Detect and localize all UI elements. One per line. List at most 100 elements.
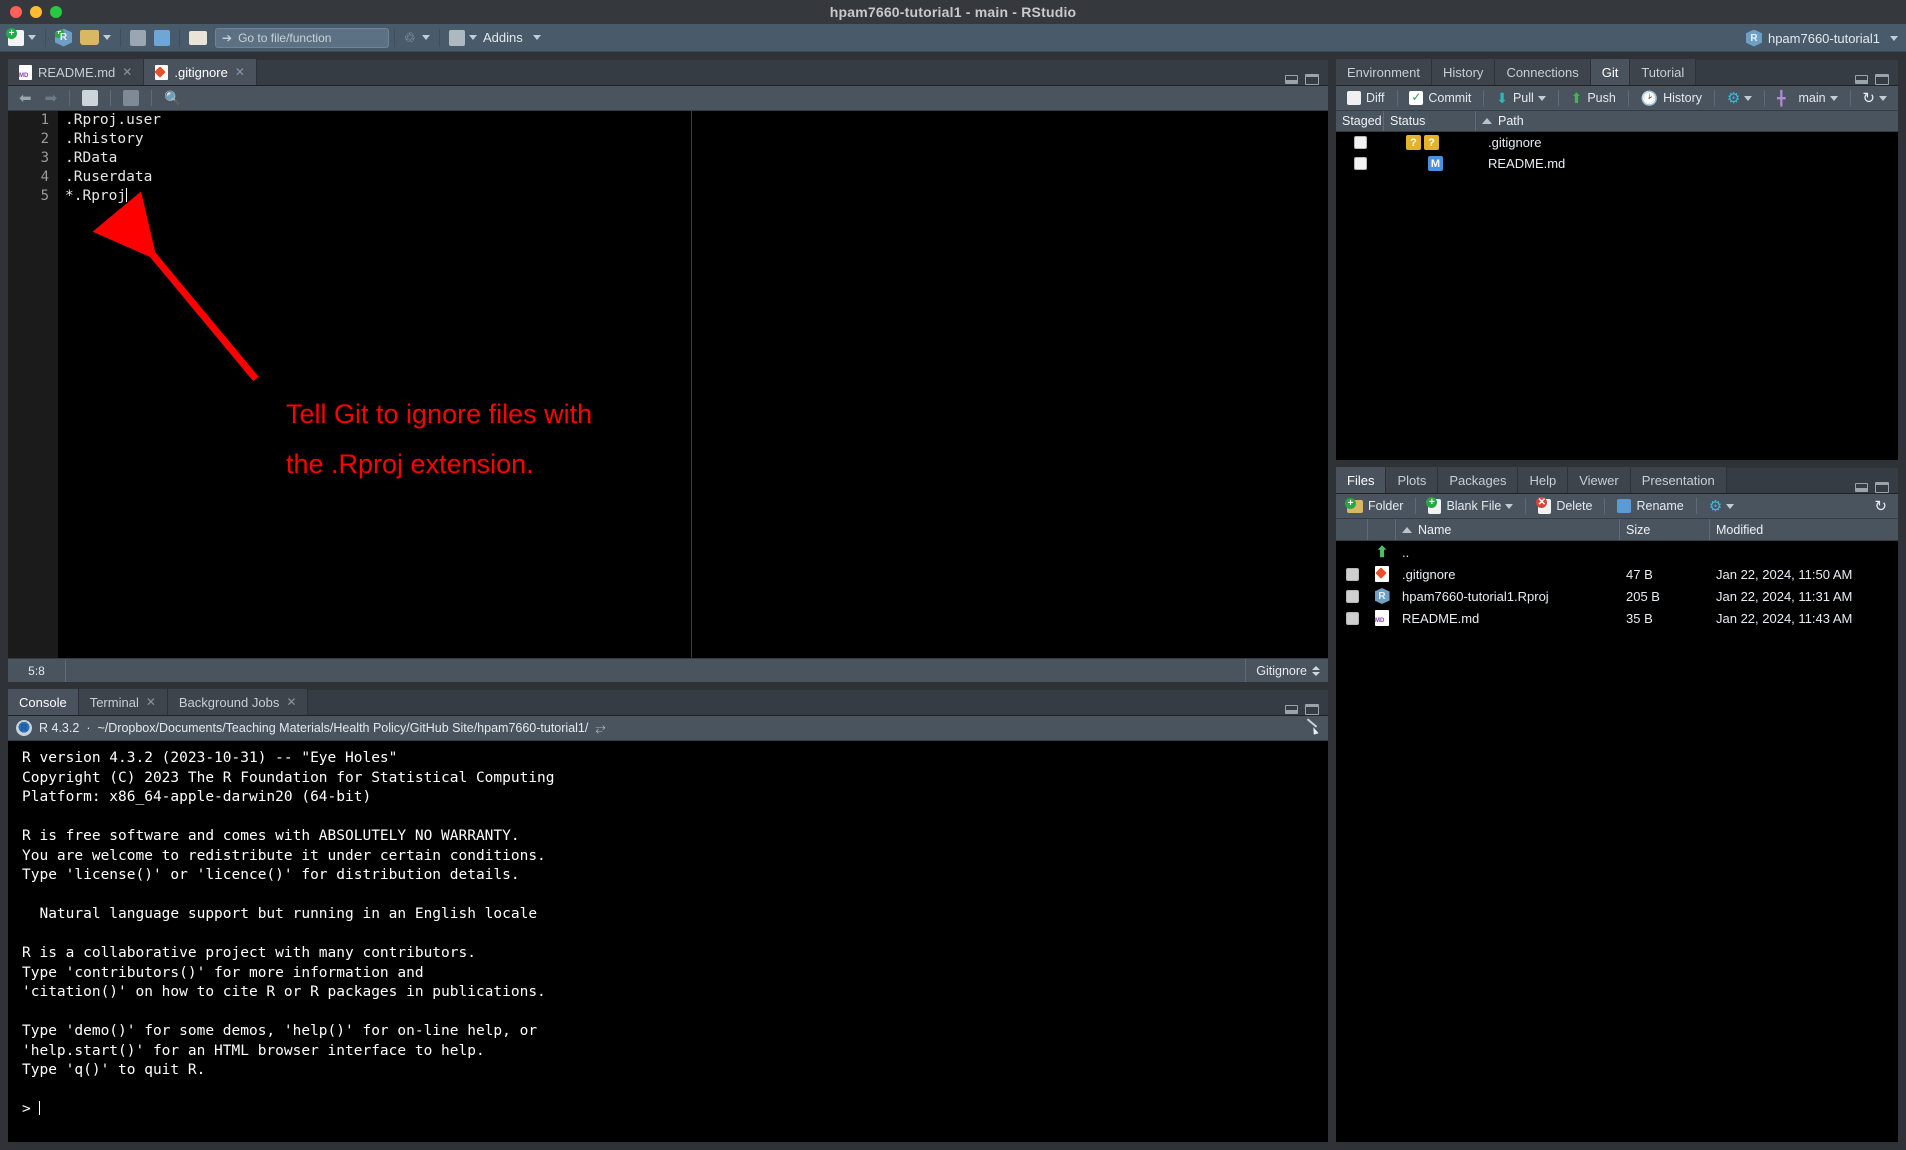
new-project-button[interactable]: +	[51, 26, 76, 50]
git-push-button[interactable]: ⬆ Push	[1566, 88, 1621, 108]
tab-help[interactable]: Help	[1518, 467, 1569, 493]
file-row-gitignore[interactable]: .gitignore 47 B Jan 22, 2024, 11:50 AM	[1336, 563, 1898, 585]
file-row-readme[interactable]: README.md 35 B Jan 22, 2024, 11:43 AM	[1336, 607, 1898, 629]
open-file-button[interactable]	[76, 26, 115, 50]
row-checkbox[interactable]	[1336, 567, 1368, 581]
column-header-size[interactable]: Size	[1620, 519, 1710, 540]
open-in-files-icon[interactable]: ⥂	[595, 720, 605, 736]
maximize-pane-icon[interactable]	[1305, 74, 1319, 85]
file-row-parent[interactable]: ⬆ ..	[1336, 541, 1898, 563]
rename-button[interactable]: Rename	[1612, 496, 1688, 516]
column-header-modified[interactable]: Modified	[1710, 519, 1898, 540]
git-row-readme[interactable]: M README.md	[1336, 153, 1898, 174]
file-name[interactable]: hpam7660-tutorial1.Rproj	[1396, 589, 1620, 604]
code-text-area[interactable]: .Rproj.user .Rhistory .RData .Ruserdata …	[58, 111, 1328, 658]
git-history-button[interactable]: 🕑 History	[1636, 88, 1707, 108]
back-button[interactable]: ⬅	[14, 88, 37, 108]
git-pull-button[interactable]: ⬇ Pull	[1491, 88, 1551, 108]
git-row-gitignore[interactable]: ? ? .gitignore	[1336, 132, 1898, 153]
maximize-pane-icon[interactable]	[1305, 704, 1319, 715]
minimize-window-button[interactable]	[30, 6, 42, 18]
maximize-pane-icon[interactable]	[1875, 74, 1889, 85]
files-refresh-button[interactable]: ↻	[1869, 496, 1892, 516]
close-icon[interactable]: ✕	[286, 695, 296, 709]
console-prompt-line[interactable]: >	[22, 1100, 1318, 1120]
column-header-status[interactable]: Status	[1384, 111, 1476, 131]
minimize-pane-icon[interactable]	[1855, 483, 1868, 492]
maximize-pane-icon[interactable]	[1875, 482, 1889, 493]
save-all-button[interactable]	[150, 26, 174, 50]
save-current-document-button[interactable]	[118, 88, 144, 108]
source-pane-window-controls[interactable]	[1285, 74, 1328, 85]
addins-dropdown[interactable]	[525, 26, 545, 50]
file-name[interactable]: .gitignore	[1396, 567, 1620, 582]
blank-file-button[interactable]: + Blank File	[1423, 496, 1518, 516]
file-row-rproj[interactable]: hpam7660-tutorial1.Rproj 205 B Jan 22, 2…	[1336, 585, 1898, 607]
delete-button[interactable]: ✕ Delete	[1533, 496, 1597, 516]
files-more-button[interactable]: ⚙	[1704, 496, 1739, 516]
tab-packages[interactable]: Packages	[1438, 467, 1519, 493]
git-file-list[interactable]: Staged Status Path ? ? .gitignore M READ…	[1336, 111, 1898, 460]
pane-layout-button[interactable]	[445, 26, 481, 50]
row-checkbox[interactable]	[1336, 611, 1368, 625]
column-header-path[interactable]: Path	[1476, 111, 1898, 131]
save-button[interactable]	[126, 26, 150, 50]
tab-presentation[interactable]: Presentation	[1630, 467, 1727, 493]
close-window-button[interactable]	[10, 6, 22, 18]
print-button[interactable]	[185, 26, 211, 50]
git-more-settings-button[interactable]: ⚙	[1722, 88, 1757, 108]
console-output[interactable]: R version 4.3.2 (2023-10-31) -- "Eye Hol…	[8, 741, 1328, 1142]
tab-background-jobs[interactable]: Background Jobs ✕	[167, 689, 309, 715]
tab-git[interactable]: Git	[1590, 59, 1631, 85]
tab-console[interactable]: Console	[8, 689, 79, 715]
tab-terminal[interactable]: Terminal ✕	[78, 689, 168, 715]
minimize-pane-icon[interactable]	[1285, 75, 1298, 84]
tab-history[interactable]: History	[1431, 59, 1496, 85]
clear-console-icon[interactable]	[1304, 720, 1320, 736]
go-to-file-function-input[interactable]: ➔ Go to file/function	[215, 27, 389, 48]
window-controls[interactable]	[10, 6, 62, 18]
working-directory-path[interactable]: ~/Dropbox/Documents/Teaching Materials/H…	[97, 721, 588, 735]
forward-button[interactable]: ➡	[40, 88, 63, 108]
find-replace-button[interactable]: 🔍	[159, 88, 186, 108]
files-pane-window-controls[interactable]	[1855, 482, 1898, 493]
file-name[interactable]: README.md	[1396, 611, 1620, 626]
maximize-window-button[interactable]	[50, 6, 62, 18]
new-folder-button[interactable]: + Folder	[1342, 496, 1408, 516]
file-name[interactable]: ..	[1396, 545, 1620, 560]
project-selector[interactable]: hpam7660-tutorial1	[1745, 24, 1898, 52]
staged-checkbox[interactable]	[1336, 136, 1384, 149]
show-in-new-window-button[interactable]	[77, 88, 103, 108]
files-list[interactable]: Name Size Modified ⬆ .. .gitignore 47 B …	[1336, 519, 1898, 1142]
git-diff-button[interactable]: Diff	[1342, 88, 1390, 108]
git-new-branch-button[interactable]: ╋	[1772, 88, 1790, 108]
tab-viewer[interactable]: Viewer	[1568, 467, 1631, 493]
git-diff-label: Diff	[1366, 91, 1385, 105]
console-pane-window-controls[interactable]	[1285, 704, 1328, 715]
column-header-name[interactable]: Name	[1396, 519, 1620, 540]
git-commit-button[interactable]: ✓ Commit	[1404, 88, 1476, 108]
minimize-pane-icon[interactable]	[1855, 75, 1868, 84]
tab-environment[interactable]: Environment	[1336, 59, 1432, 85]
column-header-staged[interactable]: Staged	[1336, 111, 1384, 131]
tab-plots[interactable]: Plots	[1386, 467, 1439, 493]
git-pane-window-controls[interactable]	[1855, 74, 1898, 85]
document-mode-selector[interactable]: Gitignore	[1245, 659, 1328, 682]
git-refresh-button[interactable]: ↻	[1857, 88, 1892, 108]
code-editor[interactable]: 1 2 3 4 5 .Rproj.user .Rhistory .RData .…	[8, 111, 1328, 658]
tab-tutorial[interactable]: Tutorial	[1630, 59, 1697, 85]
git-branch-selector[interactable]: main	[1794, 88, 1843, 108]
close-icon[interactable]: ✕	[146, 695, 156, 709]
minimize-pane-icon[interactable]	[1285, 705, 1298, 714]
addins-button[interactable]: Addins	[481, 26, 525, 50]
version-control-button[interactable]: ♲	[400, 26, 434, 50]
close-icon[interactable]: ✕	[122, 65, 132, 79]
source-tab-readme[interactable]: README.md ✕	[8, 59, 145, 85]
close-icon[interactable]: ✕	[235, 65, 245, 79]
tab-connections[interactable]: Connections	[1495, 59, 1591, 85]
source-tab-gitignore[interactable]: .gitignore ✕	[144, 59, 257, 85]
row-checkbox[interactable]	[1336, 589, 1368, 603]
staged-checkbox[interactable]	[1336, 157, 1384, 170]
new-file-button[interactable]: +	[4, 26, 40, 50]
tab-files[interactable]: Files	[1336, 467, 1387, 493]
